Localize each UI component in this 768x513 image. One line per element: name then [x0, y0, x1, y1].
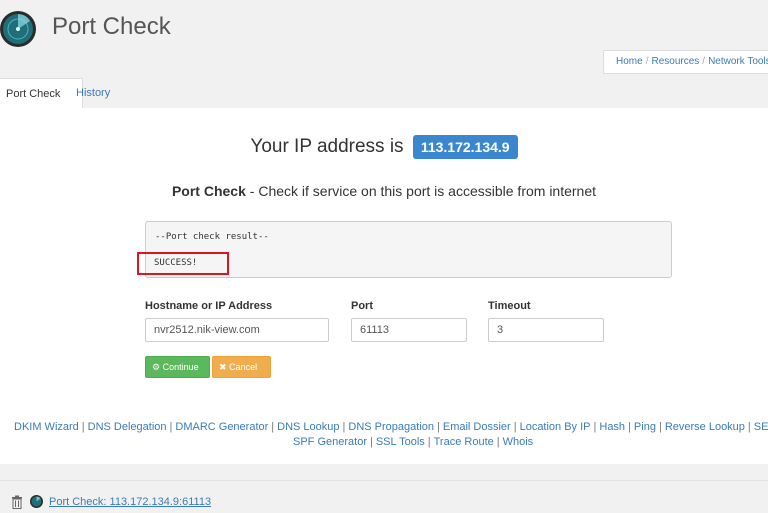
footer-link-spf-generator[interactable]: SPF Generator [293, 436, 367, 448]
footer-row-2: SPF Generator | SSL Tools | Trace Route | Whoi… [293, 436, 533, 448]
subtitle-bold: Port Check [171, 183, 246, 199]
footer-link-dns-lookup[interactable]: DNS Lookup [277, 421, 339, 433]
breadcrumb-network-tools[interactable]: Network Tools [708, 56, 768, 67]
radar-logo-icon [0, 11, 36, 47]
breadcrumb-separator: / [645, 56, 649, 67]
tab-history[interactable]: History [70, 78, 124, 108]
pipe-separator: | [271, 421, 275, 433]
pipe-separator: | [437, 421, 440, 433]
breadcrumb-resources[interactable]: Resources [651, 56, 699, 67]
footer-link-ping[interactable]: Ping [634, 421, 656, 433]
footer-link-location-by-ip[interactable]: Location By IP [520, 421, 591, 433]
page-subtitle: Port Check - Check if service on this po… [0, 183, 768, 199]
header: Port Check Home / Resources / Network Tools [0, 0, 768, 78]
result-header: --Port check result-- [155, 232, 269, 242]
hostname-input[interactable]: nvr2512.nik-view.com [145, 318, 329, 342]
pipe-separator: | [658, 421, 662, 433]
main-panel: Your IP address is 113.172.134.9 Port Ch… [0, 108, 768, 464]
breadcrumb-separator: / [702, 56, 706, 67]
pipe-separator: | [513, 421, 517, 433]
page-title: Port Check [52, 13, 171, 40]
cancel-label: Cancel [229, 362, 258, 372]
hostname-label: Hostname or IP Address [145, 300, 273, 312]
subtitle-text: - Check if service on this port is acces… [245, 183, 597, 199]
pipe-separator: | [628, 421, 631, 433]
continue-button[interactable]: ⚙ Continue [145, 356, 210, 378]
pipe-separator: | [427, 436, 431, 448]
port-input[interactable]: 61113 [351, 318, 467, 342]
radar-small-icon [30, 495, 43, 508]
ip-label: Your IP address is [250, 136, 404, 158]
footer-link-hash[interactable]: Hash [599, 421, 625, 433]
tab-bar: Port Check History [0, 78, 768, 110]
footer-row-1: DKIM Wizard | DNS Delegation | DMARC Generat… [14, 421, 768, 433]
footer-link-dns-delegation[interactable]: DNS Delegation [88, 421, 167, 433]
footer-link-whois[interactable]: Whois [503, 436, 534, 448]
pipe-separator: | [496, 436, 500, 448]
pipe-separator: | [81, 421, 85, 433]
breadcrumb-home[interactable]: Home [616, 56, 643, 67]
footer-link-reverse-lookup[interactable]: Reverse Lookup [665, 421, 745, 433]
trash-icon[interactable] [11, 495, 23, 509]
close-icon: ✖ [219, 362, 227, 372]
breadcrumb: Home / Resources / Network Tools [603, 50, 768, 74]
footer-link-dkim-wizard[interactable]: DKIM Wizard [14, 421, 79, 433]
footer-link-email-dossier[interactable]: Email Dossier [443, 421, 511, 433]
success-highlight [137, 252, 229, 275]
gear-icon: ⚙ [152, 362, 161, 372]
pipe-separator: | [747, 421, 751, 433]
footer-link-trace-route[interactable]: Trace Route [434, 436, 494, 448]
footer-link-dmarc-generator[interactable]: DMARC Generator [175, 421, 268, 433]
footer-link-seo-analyzer[interactable]: SEO An [754, 421, 768, 433]
continue-label: Continue [162, 362, 199, 372]
pipe-separator: | [342, 421, 346, 433]
pipe-separator: | [169, 421, 173, 433]
ip-address-line: Your IP address is 113.172.134.9 [0, 135, 768, 159]
timeout-label: Timeout [488, 300, 531, 312]
port-label: Port [351, 300, 373, 312]
pipe-separator: | [593, 421, 597, 433]
footer-link-dns-propagation[interactable]: DNS Propagation [348, 421, 434, 433]
timeout-input[interactable]: 3 [488, 318, 604, 342]
ip-badge: 113.172.134.9 [412, 135, 518, 159]
cancel-button[interactable]: ✖ Cancel [212, 356, 271, 378]
history-bar: Port Check: 113.172.134.9:61113 [0, 480, 768, 513]
pipe-separator: | [369, 436, 373, 448]
history-item-link[interactable]: Port Check: 113.172.134.9:61113 [49, 496, 211, 508]
footer-link-ssl-tools[interactable]: SSL Tools [376, 436, 425, 448]
